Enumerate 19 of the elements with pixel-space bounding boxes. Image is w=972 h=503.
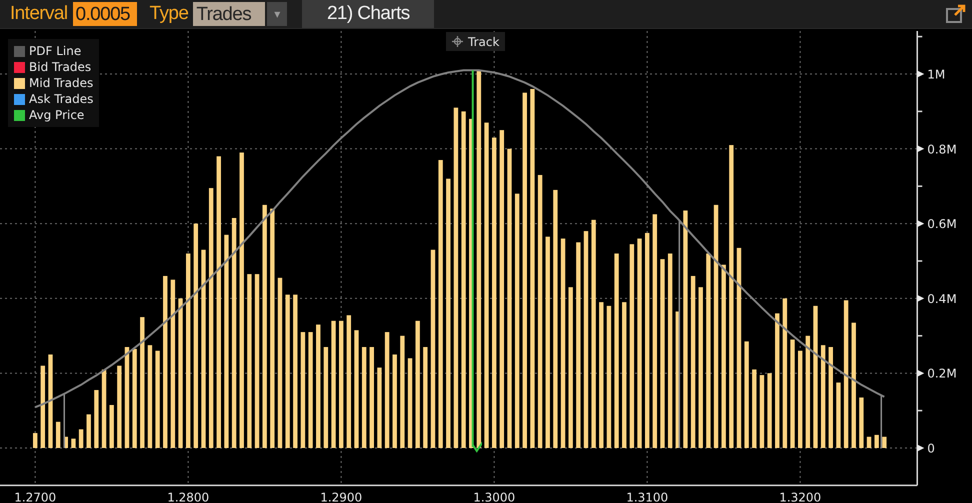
y-axis-label: 0.2M xyxy=(927,366,957,381)
y-axis-label: 0.4M xyxy=(927,292,957,306)
x-axis-label: 1.3100 xyxy=(626,490,668,503)
y-axis-label: 0 xyxy=(927,442,935,456)
y-axis-label: 1M xyxy=(927,68,946,82)
y-axis-label: 0.6M xyxy=(927,217,957,232)
x-axis-label: 1.2900 xyxy=(320,490,362,503)
legend-label: Mid Trades xyxy=(29,76,94,90)
legend-label: Ask Trades xyxy=(29,92,94,106)
x-axis-label: 1.3000 xyxy=(473,490,516,503)
legend-label: PDF Line xyxy=(29,44,82,58)
x-axis-label: 1.3200 xyxy=(779,490,822,503)
x-axis-label: 1.2800 xyxy=(167,490,210,503)
interval-label: Interval xyxy=(10,3,68,25)
y-axis-label: 0.8M xyxy=(927,142,957,156)
x-axis-label: 1.2700 xyxy=(14,490,56,503)
type-label: Type xyxy=(150,3,188,25)
legend-label: Avg Price xyxy=(29,108,84,122)
legend-label: Bid Trades xyxy=(29,60,92,74)
